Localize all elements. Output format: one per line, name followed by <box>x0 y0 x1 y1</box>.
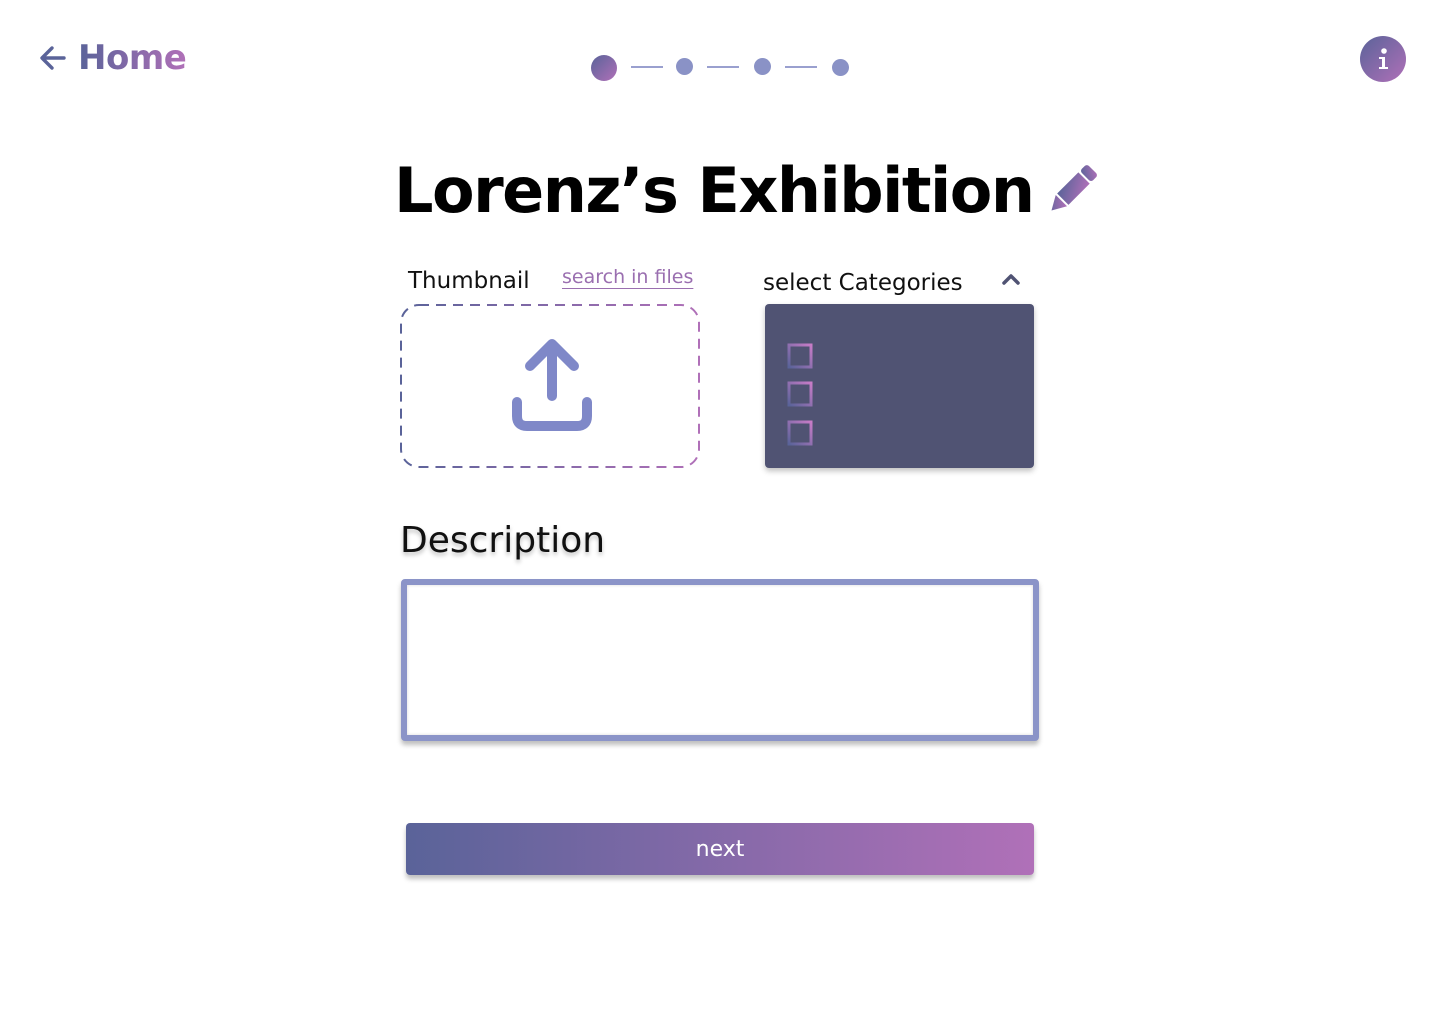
title-row: Lorenz’s Exhibition <box>394 150 1101 230</box>
thumbnail-label: Thumbnail <box>408 268 530 294</box>
step-4-dot <box>832 59 849 76</box>
categories-dropdown-panel <box>765 304 1034 468</box>
step-connector <box>707 66 739 68</box>
step-3-dot <box>754 58 771 75</box>
step-connector <box>785 66 817 68</box>
pencil-icon[interactable] <box>1043 161 1101 219</box>
page-title: Lorenz’s Exhibition <box>394 153 1035 227</box>
search-in-files-link[interactable]: search in files <box>562 266 693 288</box>
categories-label: select Categories <box>763 270 963 296</box>
create-exhibition-page: Home Lorenz’s Exhibition Thumbnail searc… <box>0 0 1440 1024</box>
step-1-dot-active <box>591 55 617 81</box>
chevron-up-icon[interactable] <box>1000 270 1022 290</box>
description-label: Description <box>400 520 606 561</box>
arrow-left-icon <box>40 46 66 70</box>
category-checkbox[interactable] <box>787 381 813 407</box>
upload-icon <box>512 339 592 431</box>
category-checkbox[interactable] <box>787 420 813 446</box>
info-button[interactable] <box>1360 36 1406 82</box>
step-2-dot <box>676 58 693 75</box>
step-connector <box>631 66 663 68</box>
next-button[interactable]: next <box>406 823 1034 875</box>
home-label: Home <box>78 38 187 78</box>
category-checkbox[interactable] <box>787 343 813 369</box>
description-input[interactable] <box>401 579 1039 741</box>
progress-stepper <box>588 52 858 82</box>
home-back-link[interactable]: Home <box>38 38 187 78</box>
info-icon <box>1379 48 1388 69</box>
